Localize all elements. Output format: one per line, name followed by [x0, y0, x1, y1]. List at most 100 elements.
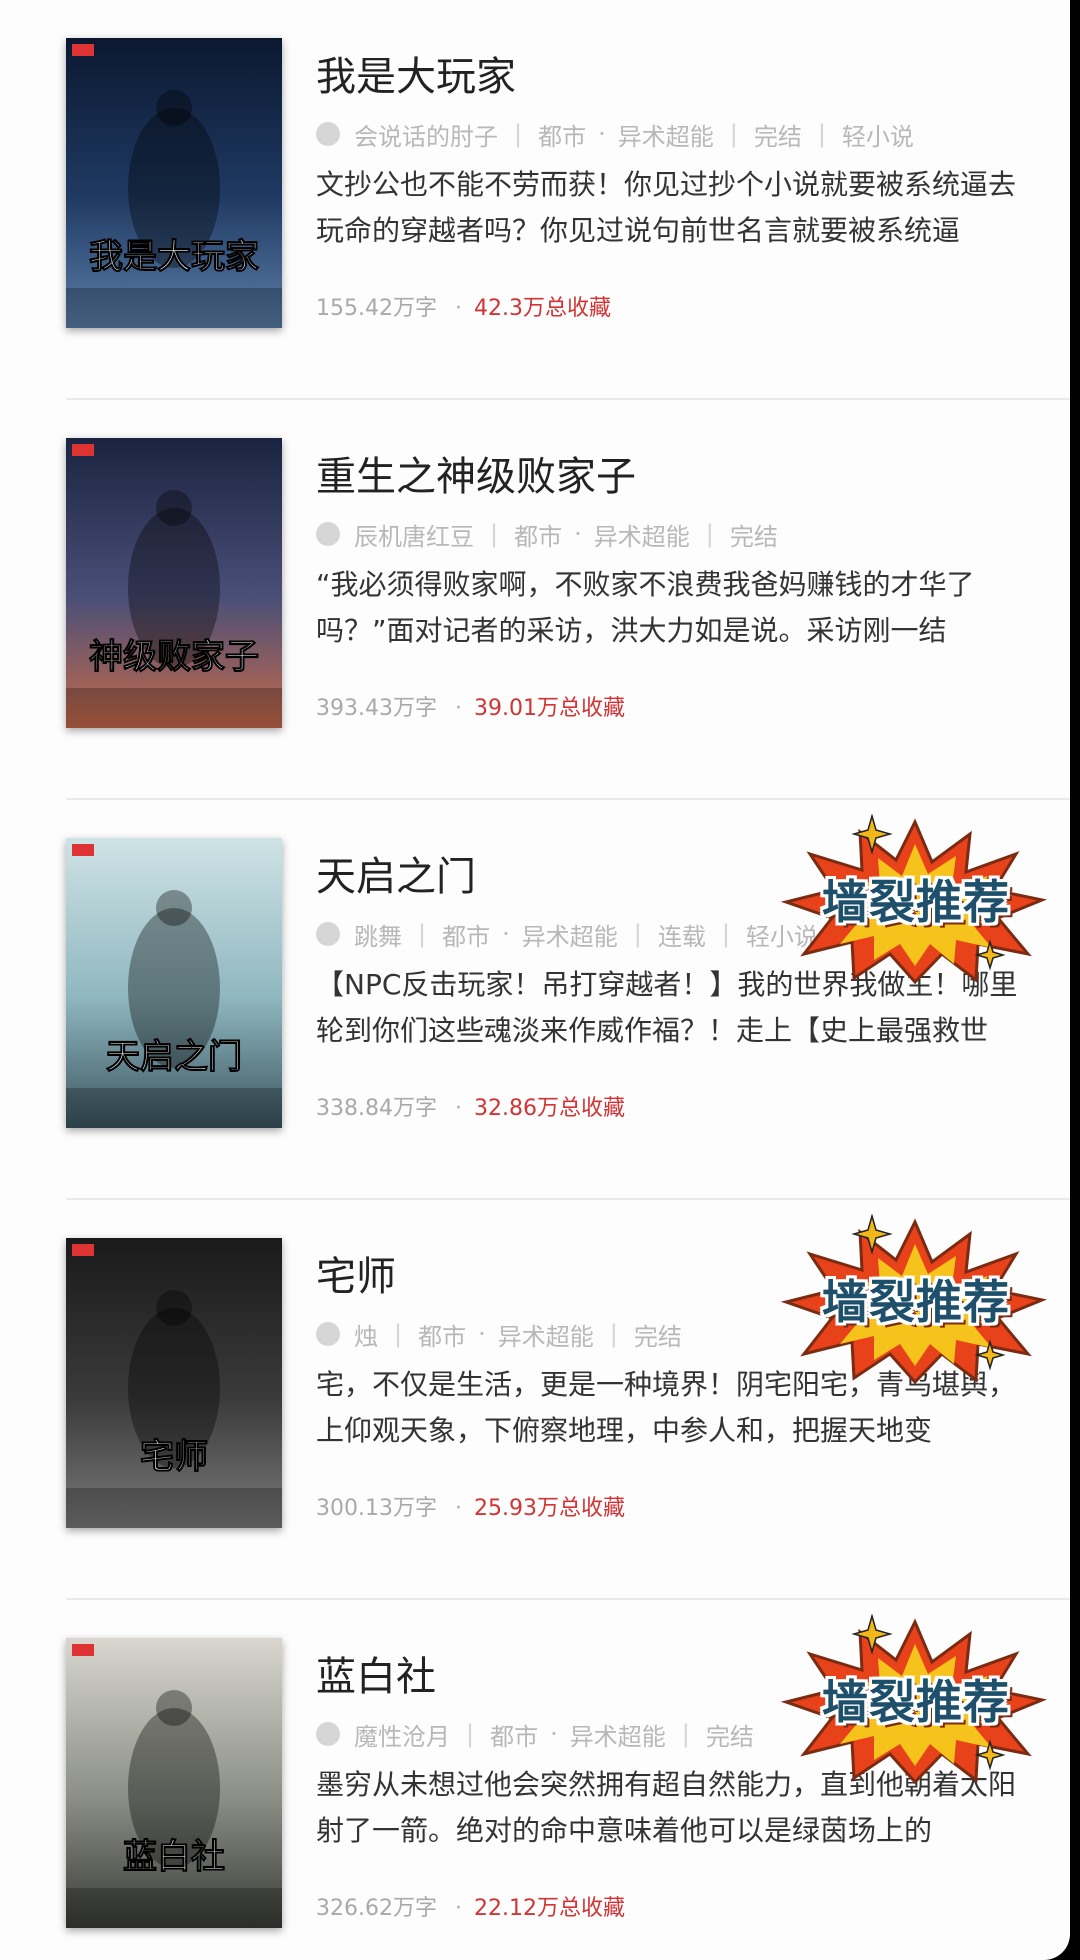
favorite-count: 32.86万总收藏	[473, 1096, 625, 1121]
book-meta: 烛 | 都市 · 异术超能 | 完结 |	[316, 1314, 682, 1354]
meta-separator: |	[633, 920, 642, 948]
book-list-item[interactable]: 宅师 宅师 烛 | 都市 · 异术超能 | 完结 | 宅，不仅是生活，更是一种境…	[0, 1200, 1070, 1600]
book-status: 连载	[657, 922, 706, 951]
book-subcategory[interactable]: 异术超能	[498, 1317, 594, 1352]
book-stats: 155.42万字 · 42.3万总收藏	[316, 290, 611, 322]
book-status: 完结	[729, 522, 778, 551]
word-count: 393.43万字	[316, 696, 437, 721]
meta-separator: |	[721, 920, 730, 948]
book-author[interactable]: 烛	[354, 1317, 378, 1352]
book-stats: 326.62万字 · 22.12万总收藏	[316, 1890, 625, 1922]
book-meta: 跳舞 | 都市 · 异术超能 | 连载 | 轻小说	[316, 914, 818, 954]
word-count: 300.13万字	[316, 1496, 437, 1521]
book-author[interactable]: 魔性沧月	[354, 1717, 450, 1752]
word-count: 326.62万字	[316, 1896, 437, 1921]
recommend-badge: 墙裂推荐	[780, 813, 1050, 985]
book-title[interactable]: 蓝白社	[316, 1652, 436, 1702]
meta-dot: ·	[550, 1720, 558, 1748]
meta-separator: |	[418, 920, 427, 948]
word-count: 155.42万字	[316, 296, 437, 321]
book-meta: 辰机唐红豆 | 都市 · 异术超能 | 完结 |	[316, 514, 778, 554]
book-subcategory[interactable]: 异术超能	[594, 517, 690, 552]
book-status: 完结	[633, 1322, 682, 1351]
book-list: 我是大玩家 我是大玩家 会说话的肘子 | 都市 · 异术超能 | 完结 | 轻小…	[0, 0, 1070, 1960]
book-cover[interactable]: 宅师	[66, 1238, 282, 1528]
book-subcategory[interactable]: 异术超能	[570, 1717, 666, 1752]
cover-title-text: 神级败家子	[89, 637, 259, 677]
recommend-badge: 墙裂推荐	[780, 1613, 1050, 1785]
author-avatar-icon	[316, 122, 340, 146]
stats-dot: ·	[454, 296, 462, 321]
book-cover-art: 我是大玩家	[66, 38, 282, 328]
book-list-item[interactable]: 神级败家子 重生之神级败家子 辰机唐红豆 | 都市 · 异术超能 | 完结 | …	[0, 400, 1070, 800]
book-category[interactable]: 都市	[418, 1317, 466, 1352]
book-category[interactable]: 都市	[442, 917, 490, 952]
meta-separator: |	[490, 520, 499, 548]
stats-dot: ·	[454, 1096, 462, 1121]
book-list-item[interactable]: 蓝白社 蓝白社 魔性沧月 | 都市 · 异术超能 | 完结 | 墨穷从未想过他会…	[0, 1600, 1070, 1960]
book-subcategory[interactable]: 异术超能	[522, 917, 618, 952]
book-author[interactable]: 跳舞	[354, 917, 402, 952]
meta-separator: |	[681, 1720, 690, 1748]
book-title[interactable]: 重生之神级败家子	[316, 452, 636, 502]
favorite-count: 42.3万总收藏	[473, 296, 611, 321]
book-subcategory[interactable]: 异术超能	[618, 117, 714, 152]
book-description: “我必须得败家啊，不败家不浪费我爸妈赚钱的才华了吗？”面对记者的采访，洪大力如是…	[316, 568, 975, 647]
recommend-badge-text: 墙裂推荐	[822, 1675, 1010, 1729]
book-author[interactable]: 辰机唐红豆	[354, 517, 474, 552]
book-stats: 393.43万字 · 39.01万总收藏	[316, 690, 625, 722]
recommend-badge-text: 墙裂推荐	[822, 1275, 1010, 1329]
word-count: 338.84万字	[316, 1096, 437, 1121]
book-cover[interactable]: 我是大玩家	[66, 38, 282, 328]
cover-title-text: 蓝白社	[123, 1837, 225, 1877]
cover-title-text: 天启之门	[106, 1037, 242, 1077]
author-avatar-icon	[316, 522, 340, 546]
meta-dot: ·	[574, 520, 582, 548]
book-stats: 338.84万字 · 32.86万总收藏	[316, 1090, 625, 1122]
book-list-item[interactable]: 天启之门 天启之门 跳舞 | 都市 · 异术超能 | 连载 | 轻小说 【NPC…	[0, 800, 1070, 1200]
favorite-count: 22.12万总收藏	[473, 1896, 625, 1921]
meta-separator: |	[394, 1320, 403, 1348]
meta-separator: |	[705, 520, 714, 548]
cover-title-text: 宅师	[140, 1437, 208, 1477]
book-meta: 魔性沧月 | 都市 · 异术超能 | 完结 |	[316, 1714, 754, 1754]
book-title[interactable]: 天启之门	[316, 852, 476, 902]
meta-dot: ·	[478, 1320, 486, 1348]
meta-separator: |	[514, 120, 523, 148]
stats-dot: ·	[454, 1496, 462, 1521]
recommend-badge: 墙裂推荐	[780, 1213, 1050, 1385]
meta-dot: ·	[598, 120, 606, 148]
book-category[interactable]: 都市	[514, 517, 562, 552]
author-avatar-icon	[316, 922, 340, 946]
favorite-count: 39.01万总收藏	[473, 696, 625, 721]
book-description: 文抄公也不能不劳而获！你见过抄个小说就要被系统逼去玩命的穿越者吗？你见过说句前世…	[316, 168, 1017, 247]
book-cover-art: 天启之门	[66, 838, 282, 1128]
book-cover-art: 蓝白社	[66, 1638, 282, 1928]
book-cover[interactable]: 神级败家子	[66, 438, 282, 728]
cover-title-text: 我是大玩家	[89, 237, 259, 277]
favorite-count: 25.93万总收藏	[473, 1496, 625, 1521]
book-category[interactable]: 都市	[538, 117, 586, 152]
meta-separator: |	[817, 120, 826, 148]
book-cover[interactable]: 天启之门	[66, 838, 282, 1128]
meta-dot: ·	[502, 920, 510, 948]
book-status: 完结	[705, 1722, 754, 1751]
book-tag: 轻小说	[841, 122, 914, 151]
book-author[interactable]: 会说话的肘子	[354, 117, 498, 152]
book-title[interactable]: 我是大玩家	[316, 52, 516, 102]
meta-separator: |	[609, 1320, 618, 1348]
author-avatar-icon	[316, 1322, 340, 1346]
book-cover-art: 宅师	[66, 1238, 282, 1528]
meta-separator: |	[729, 120, 738, 148]
stats-dot: ·	[454, 696, 462, 721]
book-list-item[interactable]: 我是大玩家 我是大玩家 会说话的肘子 | 都市 · 异术超能 | 完结 | 轻小…	[0, 0, 1070, 400]
book-status: 完结	[753, 122, 802, 151]
book-title[interactable]: 宅师	[316, 1252, 396, 1302]
meta-separator: |	[466, 1720, 475, 1748]
author-avatar-icon	[316, 1722, 340, 1746]
recommend-badge-text: 墙裂推荐	[822, 875, 1010, 929]
stats-dot: ·	[454, 1896, 462, 1921]
book-stats: 300.13万字 · 25.93万总收藏	[316, 1490, 625, 1522]
book-category[interactable]: 都市	[490, 1717, 538, 1752]
book-cover[interactable]: 蓝白社	[66, 1638, 282, 1928]
